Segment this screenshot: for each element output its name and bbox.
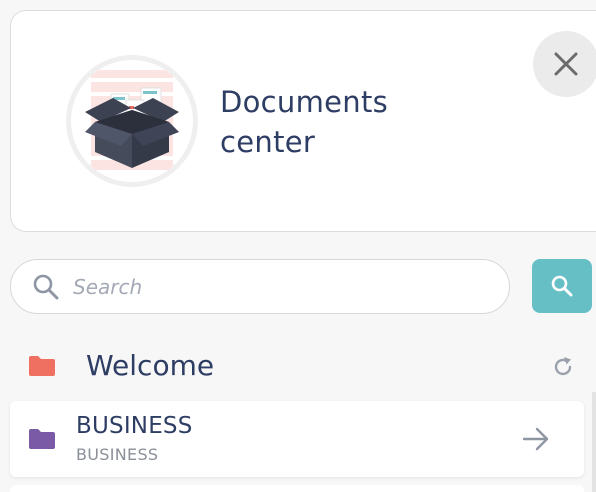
page-title: Documents center: [220, 82, 388, 162]
arrow-right-icon[interactable]: [522, 426, 550, 456]
welcome-folder-row[interactable]: Welcome: [0, 345, 596, 391]
documents-center-panel: Documents center Welcome: [0, 0, 596, 492]
folder-title: BUSINESS: [76, 413, 193, 439]
search-field[interactable]: [10, 259, 510, 314]
title-line-1: Documents: [220, 85, 389, 119]
folder-icon: [28, 428, 56, 454]
documents-box-logo: [66, 55, 198, 187]
search-icon: [551, 275, 573, 297]
close-button[interactable]: [533, 31, 596, 97]
search-button[interactable]: [532, 259, 592, 313]
scrollbar[interactable]: [592, 392, 596, 492]
title-line-2: center: [220, 125, 316, 159]
welcome-label: Welcome: [86, 349, 215, 382]
search-input[interactable]: [73, 266, 473, 307]
folder-icon: [28, 355, 56, 381]
close-icon: [554, 52, 578, 76]
folder-subtitle: BUSINESS: [76, 445, 159, 464]
refresh-icon[interactable]: [551, 355, 575, 383]
box-illustration-icon: [85, 70, 179, 170]
folder-item-business[interactable]: BUSINESS BUSINESS: [10, 401, 584, 477]
search-icon: [31, 272, 61, 302]
next-folder-card[interactable]: [10, 485, 584, 492]
